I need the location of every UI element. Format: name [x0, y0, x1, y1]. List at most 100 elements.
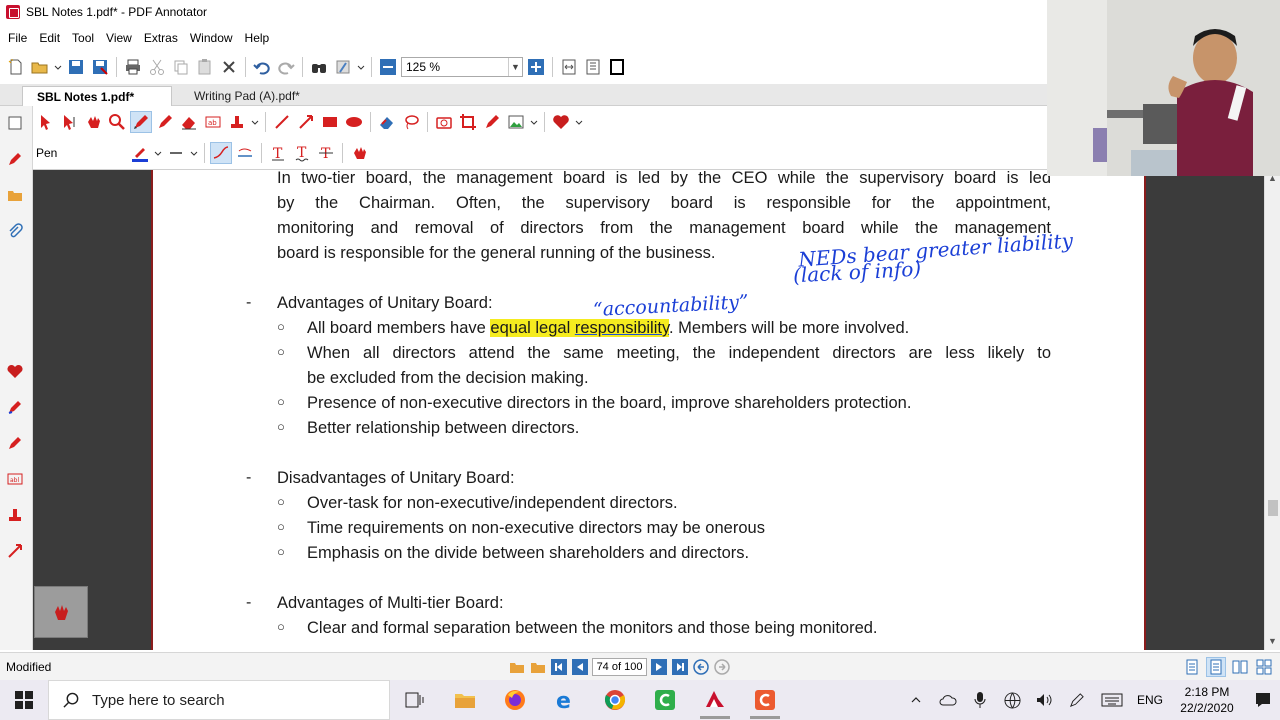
- hand-pan-icon[interactable]: [82, 111, 104, 133]
- textbox-icon[interactable]: ab: [202, 111, 224, 133]
- attachment-icon[interactable]: [4, 220, 26, 242]
- chrome-button[interactable]: [590, 680, 640, 720]
- hand-wave-icon[interactable]: [348, 142, 370, 164]
- folder-icon[interactable]: [4, 184, 26, 206]
- pen-tool-icon[interactable]: [130, 111, 152, 133]
- pen-workspace-icon[interactable]: [1060, 680, 1092, 720]
- chevron-down-icon[interactable]: [574, 111, 584, 133]
- cut-icon[interactable]: [146, 56, 168, 78]
- fit-width-icon[interactable]: [558, 56, 580, 78]
- new-document-icon[interactable]: [5, 56, 27, 78]
- chevron-down-icon[interactable]: [153, 142, 163, 164]
- eraser-icon[interactable]: [178, 111, 200, 133]
- lasso-icon[interactable]: [400, 111, 422, 133]
- menu-edit[interactable]: Edit: [39, 31, 60, 45]
- highlighter-preset-icon[interactable]: [4, 432, 26, 454]
- menu-extras[interactable]: Extras: [144, 31, 178, 45]
- select-text-icon[interactable]: [58, 111, 80, 133]
- continuous-view-icon[interactable]: [1206, 657, 1226, 677]
- select-arrow-icon[interactable]: [34, 111, 56, 133]
- favorites-heart-icon[interactable]: [550, 111, 572, 133]
- previous-page-button[interactable]: [571, 658, 589, 676]
- paste-icon[interactable]: [194, 56, 216, 78]
- rectangle-tool-icon[interactable]: [319, 111, 341, 133]
- chevron-down-icon[interactable]: [356, 56, 366, 78]
- menu-file[interactable]: File: [8, 31, 27, 45]
- insert-image-icon[interactable]: [505, 111, 527, 133]
- text-strikeout-icon[interactable]: T: [315, 142, 337, 164]
- two-page-view-icon[interactable]: [1230, 657, 1250, 677]
- cloud-sync-icon[interactable]: [932, 680, 964, 720]
- clock[interactable]: 2:18 PM 22/2/2020: [1168, 684, 1246, 716]
- input-language[interactable]: ENG: [1132, 693, 1168, 707]
- camtasia-recorder-button[interactable]: [740, 680, 790, 720]
- next-page-button[interactable]: [650, 658, 668, 676]
- camera-snapshot-icon[interactable]: [433, 111, 455, 133]
- highlighted-text[interactable]: equal legal: [490, 319, 575, 337]
- chevron-down-icon[interactable]: [53, 56, 63, 78]
- pen-color-icon[interactable]: [129, 142, 151, 164]
- folder-forward-icon[interactable]: [529, 658, 547, 676]
- text-squiggly-icon[interactable]: T: [291, 142, 313, 164]
- crop-icon[interactable]: [457, 111, 479, 133]
- first-page-button[interactable]: [550, 658, 568, 676]
- chevron-down-icon[interactable]: ▼: [508, 58, 522, 76]
- zoom-level-select[interactable]: 125 % ▼: [401, 57, 523, 77]
- highlight-eraser-icon[interactable]: [376, 111, 398, 133]
- firefox-button[interactable]: [490, 680, 540, 720]
- vertical-scrollbar[interactable]: ▲ ▼: [1264, 170, 1280, 650]
- copy-icon[interactable]: [170, 56, 192, 78]
- stamp-icon[interactable]: [226, 111, 248, 133]
- chevron-down-icon[interactable]: [250, 111, 260, 133]
- ellipse-tool-icon[interactable]: [343, 111, 365, 133]
- ink-annotation[interactable]: “accountability”: [593, 291, 750, 321]
- taskbar-search-box[interactable]: Type here to search: [48, 680, 390, 720]
- text-mark-icon[interactable]: T: [267, 142, 289, 164]
- line-tool-icon[interactable]: [271, 111, 293, 133]
- two-page-continuous-view-icon[interactable]: [1254, 657, 1274, 677]
- edge-button[interactable]: e: [540, 680, 590, 720]
- signature-pen-icon[interactable]: [481, 111, 503, 133]
- arrow-preset-icon[interactable]: [4, 540, 26, 562]
- textbox-preset-icon[interactable]: abl: [4, 468, 26, 490]
- show-hidden-icons-chevron-icon[interactable]: [900, 680, 932, 720]
- pdf-annotator-button[interactable]: [690, 680, 740, 720]
- page-panel-icon[interactable]: [4, 112, 26, 134]
- microphone-icon[interactable]: [964, 680, 996, 720]
- freehand-smooth-icon[interactable]: [210, 142, 233, 164]
- tab-writing-pad[interactable]: Writing Pad (A).pdf*: [180, 86, 350, 106]
- menu-view[interactable]: View: [106, 31, 132, 45]
- network-globe-icon[interactable]: [996, 680, 1028, 720]
- menu-help[interactable]: Help: [245, 31, 270, 45]
- pdf-page[interactable]: In two-tier board, the management board …: [151, 170, 1146, 650]
- arrow-tool-icon[interactable]: [295, 111, 317, 133]
- line-width-icon[interactable]: [165, 142, 187, 164]
- tab-sbl-notes[interactable]: SBL Notes 1.pdf*: [22, 86, 172, 106]
- bookmark-icon[interactable]: [332, 56, 354, 78]
- undo-icon[interactable]: [251, 56, 273, 78]
- single-page-view-icon[interactable]: [1182, 657, 1202, 677]
- open-folder-icon[interactable]: [29, 56, 51, 78]
- touch-keyboard-icon[interactable]: [1092, 680, 1132, 720]
- fullscreen-icon[interactable]: [606, 56, 628, 78]
- scroll-down-arrow[interactable]: ▼: [1268, 636, 1277, 646]
- zoom-tool-icon[interactable]: [106, 111, 128, 133]
- page-number-field[interactable]: 74 of 100: [592, 658, 647, 676]
- save-icon[interactable]: [65, 56, 87, 78]
- delete-icon[interactable]: [218, 56, 240, 78]
- find-binoculars-icon[interactable]: [308, 56, 330, 78]
- start-button[interactable]: [0, 680, 48, 720]
- fit-page-icon[interactable]: [582, 56, 604, 78]
- chevron-down-icon[interactable]: [529, 111, 539, 133]
- volume-icon[interactable]: [1028, 680, 1060, 720]
- menu-tool[interactable]: Tool: [72, 31, 94, 45]
- scrollbar-thumb[interactable]: [1268, 500, 1278, 516]
- zoom-in-button[interactable]: [525, 56, 547, 78]
- save-as-icon[interactable]: [89, 56, 111, 78]
- straighten-line-icon[interactable]: [234, 142, 256, 164]
- go-forward-icon[interactable]: [713, 658, 731, 676]
- hand-tool-button[interactable]: [34, 586, 88, 638]
- folder-back-icon[interactable]: [508, 658, 526, 676]
- go-back-icon[interactable]: [692, 658, 710, 676]
- menu-window[interactable]: Window: [190, 31, 233, 45]
